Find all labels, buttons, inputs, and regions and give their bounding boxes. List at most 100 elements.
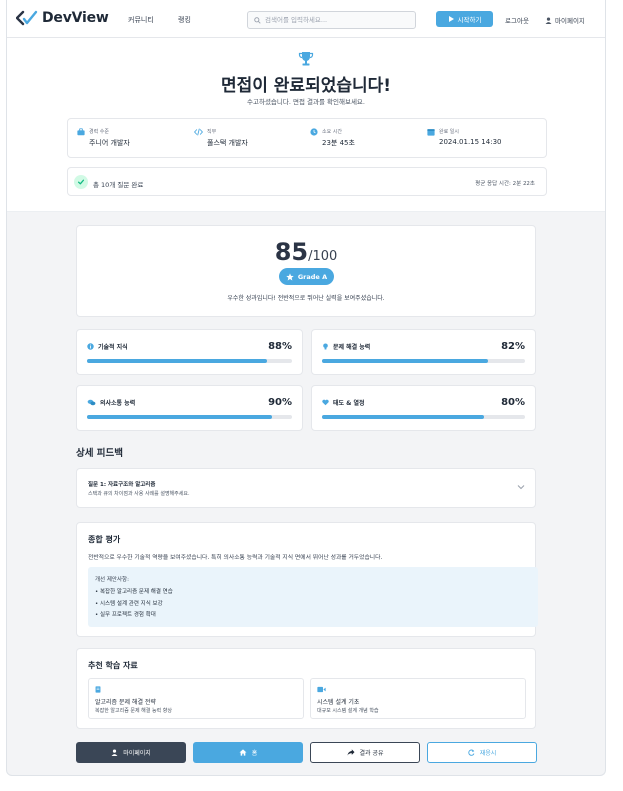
metric-value: 82% [501,341,525,352]
resource-title: 알고리즘 문제 해결 전략 [95,699,156,706]
progress-track [87,415,292,419]
play-icon [448,16,454,22]
list-item: 실무 프로젝트 경험 확대 [95,610,173,622]
info-career-label: 경력 수준 [89,129,109,135]
info-duration-value: 23분 45초 [322,139,355,147]
book-icon [95,686,101,693]
progress-track [322,415,525,419]
feedback-section-title: 상세 피드백 [76,448,124,459]
metric-card-technical: 기술적 지식 88% [76,329,303,375]
interview-info-card: 경력 수준주니어 개발자 직무풀스택 개발자 소요 시간 23분 45초 완료 일… [67,118,547,158]
grade-label: Grade A [297,272,328,281]
share-button[interactable]: 결과 공유 [310,742,420,763]
calendar-icon [427,129,435,136]
info-icon [87,343,94,350]
progress-fill [87,359,268,363]
metric-label: 문제 해결 능력 [333,344,371,351]
chat-icon [87,399,96,406]
briefcase-icon [77,128,85,136]
completion-text: 총 10개 질문 완료 [93,181,144,189]
score-value: 85 [274,238,309,266]
progress-fill [322,415,485,419]
info-duration-label: 소요 시간 [322,129,342,135]
star-icon [286,272,294,280]
resource-item-system-design[interactable]: 시스템 설계 기초 대규모 시스템 설계 개념 학습 [310,678,526,719]
progress-fill [322,359,489,363]
nav-link-ranking[interactable]: 랭킹 [178,15,191,25]
home-button-label: 홈 [251,750,258,757]
chevron-down-icon[interactable] [517,484,525,490]
heart-icon [322,399,329,406]
search-input[interactable] [265,16,405,24]
metric-label: 기술적 지식 [98,344,128,351]
improvement-list: 복잡한 알고리즘 문제 해결 연습 시스템 설계 관련 지식 보강 실무 프로젝… [95,587,173,622]
top-navbar: DevView 커뮤니티 랭킹 시작하기 로그아웃 마이페이지 [7,0,605,38]
recommendation-card: 추천 학습 자료 알고리즘 문제 해결 전략 복잡한 알고리즘 문제 해결 능력… [76,648,536,729]
retry-button-label: 재응시 [479,750,497,757]
lightbulb-icon [323,343,328,350]
logout-link[interactable]: 로그아웃 [505,15,529,25]
info-career-value: 주니어 개발자 [89,139,130,147]
resource-title: 시스템 설계 기초 [317,699,360,706]
info-role-value: 풀스택 개발자 [207,139,248,147]
logo-icon [16,10,38,26]
grade-badge: Grade A [279,268,334,285]
list-item: 시스템 설계 관련 지식 보강 [95,599,173,611]
share-icon [347,749,354,756]
result-hero: 면접이 완료되었습니다! 수고하셨습니다. 면접 결과를 확인해보세요. 경력 … [7,38,605,212]
metric-value: 80% [501,397,525,408]
search-icon [254,16,261,24]
resource-subtitle: 대규모 시스템 설계 개념 학습 [317,708,379,714]
check-icon [74,175,88,189]
code-icon [194,128,203,136]
progress-track [87,359,292,363]
logo[interactable]: DevView [16,10,109,26]
info-role-label: 직무 [207,129,217,135]
summary-text: 전반적으로 우수한 기술적 역량을 보여주셨습니다. 특히 의사소통 능력과 기… [88,555,383,561]
info-role: 직무풀스택 개발자 [194,128,248,148]
user-icon [545,16,552,24]
question-title: 질문 1: 자료구조와 알고리즘 [88,482,156,488]
improvement-box: 개선 제안사항: 복잡한 알고리즘 문제 해결 연습 시스템 설계 관련 지식 … [88,567,538,627]
metric-card-problem-solving: 문제 해결 능력 82% [311,329,536,375]
score-display: 85/100 [77,238,535,266]
start-button-label: 시작하기 [457,16,482,24]
mypage-button-label: 마이페이지 [123,750,151,757]
nav-link-community[interactable]: 커뮤니티 [128,15,154,25]
start-button[interactable]: 시작하기 [436,11,493,27]
completion-card: 총 10개 질문 완료 평균 응답 시간: 2분 22초 [67,167,547,196]
feedback-question-accordion[interactable]: 질문 1: 자료구조와 알고리즘 스택과 큐의 차이점과 사용 사례를 설명해주… [76,468,536,508]
resource-item-algorithm[interactable]: 알고리즘 문제 해결 전략 복잡한 알고리즘 문제 해결 능력 향상 [88,678,304,719]
retry-button[interactable]: 재응시 [427,742,537,763]
mypage-link-label: 마이페이지 [555,17,585,25]
metric-card-communication: 의사소통 능력 90% [76,385,303,431]
score-max: /100 [308,249,338,264]
mypage-button[interactable]: 마이페이지 [76,742,186,763]
app-frame: DevView 커뮤니티 랭킹 시작하기 로그아웃 마이페이지 [6,0,606,776]
metric-card-attitude: 태도 & 열정 80% [311,385,536,431]
page-subtitle: 수고하셨습니다. 면접 결과를 확인해보세요. [247,98,365,106]
home-button[interactable]: 홈 [193,742,303,763]
user-icon [111,749,118,756]
share-button-label: 결과 공유 [359,750,384,757]
progress-fill [87,415,272,419]
trophy-icon [298,52,314,66]
home-icon [239,749,247,756]
question-subtitle: 스택과 큐의 차이점과 사용 사례를 설명해주세요. [88,491,190,497]
list-item: 복잡한 알고리즘 문제 해결 연습 [95,587,173,599]
score-card: 85/100 Grade A 우수한 성과입니다! 전반적으로 뛰어난 실력을 … [76,225,536,317]
info-career: 경력 수준주니어 개발자 [77,128,130,148]
metric-value: 90% [268,397,292,408]
metric-label: 태도 & 열정 [333,400,365,407]
mypage-link[interactable]: 마이페이지 [545,15,585,25]
score-description: 우수한 성과입니다! 전반적으로 뛰어난 실력을 보여주셨습니다. [227,295,385,302]
summary-card: 종합 평가 전반적으로 우수한 기술적 역량을 보여주셨습니다. 특히 의사소통… [76,522,538,637]
average-time-text: 평균 응답 시간: 2분 22초 [475,181,535,187]
metric-value: 88% [268,341,292,352]
info-completed-at-label: 완료 일시 [439,129,459,135]
search-bar [247,11,416,29]
info-duration: 소요 시간 23분 45초 [310,128,355,148]
improvement-title: 개선 제안사항: [95,577,129,583]
recommendation-title: 추천 학습 자료 [88,661,138,670]
resource-subtitle: 복잡한 알고리즘 문제 해결 능력 향상 [95,708,172,714]
